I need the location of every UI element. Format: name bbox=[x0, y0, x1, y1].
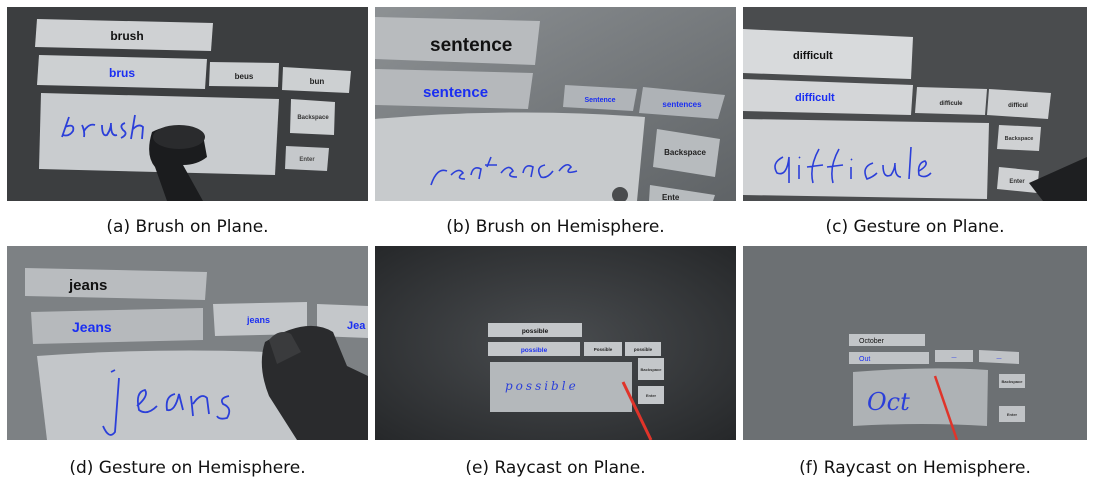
svg-text:Possible: Possible bbox=[594, 347, 613, 352]
figure-panel-c: difficult difficult difficule difficul B… bbox=[743, 7, 1087, 237]
svg-text:possible: possible bbox=[521, 347, 548, 354]
figure-panel-b: sentence sentence Sentence sentences Bac… bbox=[375, 7, 736, 237]
svg-text:—: — bbox=[952, 355, 957, 361]
caption-a: (a) Brush on Plane. bbox=[106, 217, 269, 237]
handwriting-stroke: possible bbox=[505, 379, 579, 393]
svg-text:jeans: jeans bbox=[68, 277, 107, 294]
target-word-text: brush bbox=[110, 29, 143, 43]
svg-text:Backspace: Backspace bbox=[664, 148, 706, 157]
svg-text:sentence: sentence bbox=[430, 35, 512, 56]
svg-text:Enter: Enter bbox=[646, 393, 657, 398]
svg-text:Jea: Jea bbox=[347, 320, 366, 332]
svg-text:bun: bun bbox=[310, 77, 325, 86]
photo-a: brush brus beus bun Backspace Enter bbox=[7, 7, 368, 201]
svg-text:difficult: difficult bbox=[795, 92, 835, 104]
figure-panel-d: jeans Jeans jeans Jea (d) Gesture on Hem… bbox=[7, 246, 368, 478]
svg-text:October: October bbox=[859, 338, 885, 345]
photo-d: jeans Jeans jeans Jea bbox=[7, 246, 368, 440]
photo-f: October Out — — Oct Backspace Enter bbox=[743, 246, 1087, 440]
caption-f: (f) Raycast on Hemisphere. bbox=[799, 458, 1031, 478]
svg-text:Ente: Ente bbox=[662, 193, 680, 201]
svg-text:Out: Out bbox=[859, 356, 870, 363]
svg-text:sentences: sentences bbox=[662, 100, 702, 109]
photo-b: sentence sentence Sentence sentences Bac… bbox=[375, 7, 736, 201]
caption-b: (b) Brush on Hemisphere. bbox=[446, 217, 665, 237]
svg-text:Backspace: Backspace bbox=[1002, 379, 1024, 384]
svg-text:beus: beus bbox=[235, 72, 254, 81]
svg-text:difficult: difficult bbox=[793, 50, 833, 62]
caption-e: (e) Raycast on Plane. bbox=[465, 458, 646, 478]
svg-text:difficul: difficul bbox=[1008, 103, 1028, 109]
svg-text:Backspace: Backspace bbox=[297, 115, 329, 121]
photo-c: difficult difficult difficule difficul B… bbox=[743, 7, 1087, 201]
caption-c: (c) Gesture on Plane. bbox=[825, 217, 1005, 237]
svg-text:Enter: Enter bbox=[1007, 412, 1018, 417]
svg-text:—: — bbox=[997, 356, 1002, 362]
figure-panel-f: October Out — — Oct Backspace Enter (f) … bbox=[743, 246, 1087, 478]
svg-text:difficule: difficule bbox=[939, 101, 963, 107]
figure-panel-e: possible possible Possible possible poss… bbox=[375, 246, 736, 478]
svg-text:Enter: Enter bbox=[1009, 179, 1025, 185]
svg-text:Enter: Enter bbox=[299, 157, 315, 163]
target-word-box bbox=[25, 268, 207, 300]
svg-text:possible: possible bbox=[522, 328, 549, 335]
svg-text:Jeans: Jeans bbox=[72, 319, 112, 335]
figure-panel-a: brush brus beus bun Backspace Enter (a) … bbox=[7, 7, 368, 237]
svg-text:jeans: jeans bbox=[246, 315, 270, 325]
svg-text:possible: possible bbox=[634, 347, 653, 352]
writing-pad bbox=[375, 112, 645, 201]
svg-text:Backspace: Backspace bbox=[641, 367, 663, 372]
svg-text:Sentence: Sentence bbox=[584, 97, 615, 104]
candidate-box-1 bbox=[31, 308, 203, 344]
photo-e: possible possible Possible possible poss… bbox=[375, 246, 736, 440]
svg-text:Backspace: Backspace bbox=[1005, 136, 1034, 142]
svg-text:brus: brus bbox=[109, 66, 135, 80]
handwriting-stroke: Oct bbox=[867, 388, 910, 416]
caption-d: (d) Gesture on Hemisphere. bbox=[69, 458, 306, 478]
svg-text:sentence: sentence bbox=[423, 84, 488, 101]
